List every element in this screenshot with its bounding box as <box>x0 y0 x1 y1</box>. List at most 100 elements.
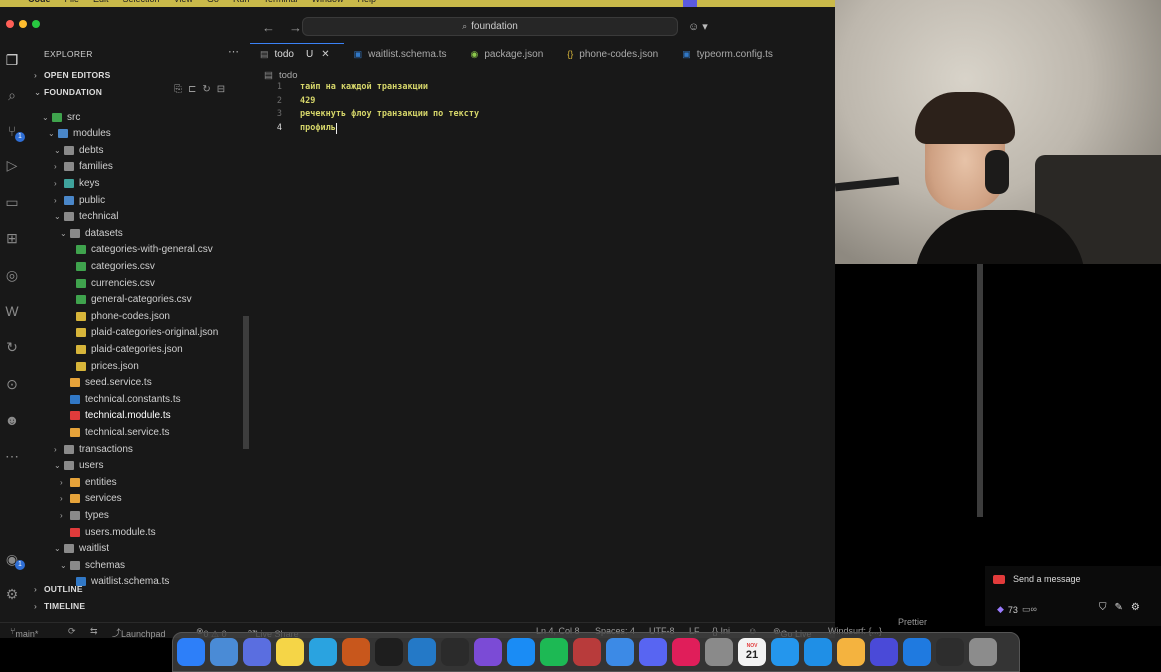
app-store-icon[interactable] <box>507 638 535 666</box>
tree-file[interactable]: plaid-categories-original.json <box>66 325 218 341</box>
new-file-icon[interactable]: ⎘ <box>174 84 182 95</box>
notes-icon[interactable] <box>276 638 304 666</box>
close-tab-icon[interactable]: ✕ <box>321 49 329 60</box>
refresh-icon[interactable]: ↻ <box>202 84 210 95</box>
remote-explorer-icon[interactable]: ▭ <box>3 193 21 211</box>
panel-scrollbar[interactable] <box>977 264 983 517</box>
tree-folder[interactable]: › public <box>54 192 105 208</box>
xcode-icon[interactable] <box>903 638 931 666</box>
tree-file[interactable]: categories-with-general.csv <box>66 242 213 258</box>
tree-file[interactable]: plaid-categories.json <box>66 341 183 357</box>
tree-file[interactable]: seed.service.ts <box>60 375 152 391</box>
xcode-tools-icon[interactable] <box>210 638 238 666</box>
tree-file[interactable]: prices.json <box>66 358 139 374</box>
launchpad-status[interactable]: ⤴ Launchpad <box>112 626 166 639</box>
send-message-row[interactable]: Send a message <box>993 574 1081 584</box>
back-arrow-icon[interactable]: ← <box>262 20 275 35</box>
foundation-section[interactable]: ⌄ FOUNDATION <box>34 87 102 98</box>
tree-file[interactable]: technical.module.ts <box>60 408 171 424</box>
more-actions-icon[interactable]: ⋯ <box>228 45 239 58</box>
discord-icon[interactable] <box>639 638 667 666</box>
finder-icon[interactable] <box>177 638 205 666</box>
tab-0[interactable]: ▤ todo U ✕ <box>250 43 344 65</box>
branch-status[interactable]: ⑂ main* <box>10 626 38 639</box>
bbedit-icon[interactable] <box>573 638 601 666</box>
docker-icon[interactable] <box>771 638 799 666</box>
pen-icon[interactable]: ✎ <box>1115 602 1123 613</box>
menu-item[interactable]: Window <box>311 0 343 4</box>
slack-icon[interactable] <box>672 638 700 666</box>
telegram-icon[interactable] <box>309 638 337 666</box>
settings-icon[interactable] <box>705 638 733 666</box>
tree-folder[interactable]: ⌄ modules <box>48 126 111 142</box>
menu-item[interactable]: Help <box>357 0 376 4</box>
tree-file[interactable]: categories.csv <box>66 258 155 274</box>
vscode-icon[interactable] <box>408 638 436 666</box>
live-share-icon[interactable]: ↻ <box>3 338 21 356</box>
more-icon[interactable]: ⋯ <box>3 447 21 465</box>
account-icon[interactable]: ◉ 1 <box>3 550 25 570</box>
extensions-icon[interactable]: ⊞ <box>3 229 21 247</box>
menu-item[interactable]: Terminal <box>263 0 297 4</box>
tab-1[interactable]: ▣ waitlist.schema.ts <box>344 43 461 65</box>
menu-item[interactable]: Run <box>233 0 250 4</box>
tab-4[interactable]: ▣ typeorm.config.ts <box>672 43 787 65</box>
terminal-icon[interactable] <box>441 638 469 666</box>
windsurf-icon[interactable]: W <box>3 302 21 320</box>
menu-item[interactable]: Selection <box>123 0 160 4</box>
tableplus-icon[interactable] <box>837 638 865 666</box>
tree-folder[interactable]: › transactions <box>54 441 133 457</box>
close-window-button[interactable] <box>6 20 14 28</box>
sublime-icon[interactable] <box>342 638 370 666</box>
trash-icon[interactable] <box>969 638 997 666</box>
shield-icon[interactable]: ⛉ <box>1099 602 1107 613</box>
tree-file[interactable]: technical.constants.ts <box>60 391 181 407</box>
search-icon[interactable]: ⌕ <box>3 86 21 104</box>
command-center-search[interactable]: ⌕ foundation <box>302 17 678 36</box>
tree-folder[interactable]: › keys <box>54 175 100 191</box>
tray-icon[interactable] <box>683 0 697 7</box>
menu-item[interactable]: Edit <box>93 0 109 4</box>
tree-file[interactable]: currencies.csv <box>66 275 155 291</box>
outline-section[interactable]: › OUTLINE <box>34 584 83 594</box>
tree-folder[interactable]: ⌄ waitlist <box>54 541 109 557</box>
forward-arrow-icon[interactable]: → <box>289 20 302 35</box>
gear-icon[interactable]: ⚙ <box>1131 602 1140 613</box>
tab-2[interactable]: ◉ package.json <box>460 43 557 65</box>
collapse-all-icon[interactable]: ⊟ <box>217 84 225 95</box>
sync-icon[interactable]: ⟳ <box>68 626 76 637</box>
calendar-icon[interactable]: NOV 21 <box>738 638 766 666</box>
menu-item[interactable]: Code <box>28 0 51 4</box>
settings-gear-icon[interactable]: ⚙ <box>3 585 21 603</box>
spotify-icon[interactable] <box>540 638 568 666</box>
menu-item[interactable]: Go <box>207 0 219 4</box>
code-line[interactable]: 3 речекнуть флоу транзакции по тексту <box>262 109 479 123</box>
tree-folder[interactable]: ⌄ datasets <box>60 225 123 241</box>
code-line[interactable]: 4 профиль <box>262 122 479 137</box>
tree-file[interactable]: phone-codes.json <box>66 308 170 324</box>
sidebar-scrollbar[interactable] <box>243 316 249 449</box>
tab-3[interactable]: {} phone-codes.json <box>557 43 672 65</box>
menu-item[interactable]: View <box>174 0 193 4</box>
safari-icon[interactable] <box>804 638 832 666</box>
code-line[interactable]: 1 тайп на каждой транзакции <box>262 82 479 96</box>
nordvpn-icon[interactable] <box>606 638 634 666</box>
tree-folder[interactable]: ⌄ schemas <box>60 557 125 573</box>
source-control-icon[interactable]: ⑂ 1 <box>3 122 25 142</box>
explorer-icon[interactable]: ❐ <box>3 51 21 69</box>
obs-icon[interactable] <box>936 638 964 666</box>
editor-content[interactable]: 1 тайп на каждой транзакции 2 429 3 речекнуть… <box>262 82 479 136</box>
run-debug-icon[interactable]: ▷ <box>3 156 21 174</box>
minimize-window-button[interactable] <box>19 20 27 28</box>
tree-folder[interactable]: ⌄ src <box>42 109 80 125</box>
tree-folder[interactable]: › entities <box>60 474 117 490</box>
cursor-icon[interactable] <box>375 638 403 666</box>
copilot-chat-icon[interactable]: ☻ <box>3 411 21 429</box>
tree-file[interactable]: users.module.ts <box>60 524 156 540</box>
menu-item[interactable]: File <box>65 0 80 4</box>
tree-folder[interactable]: › families <box>54 159 113 175</box>
compare-icon[interactable]: ⇆ <box>90 626 98 637</box>
tree-folder[interactable]: ⌄ users <box>54 458 103 474</box>
arc-icon[interactable] <box>243 638 271 666</box>
gitlens-icon[interactable]: ⊙ <box>3 375 21 393</box>
